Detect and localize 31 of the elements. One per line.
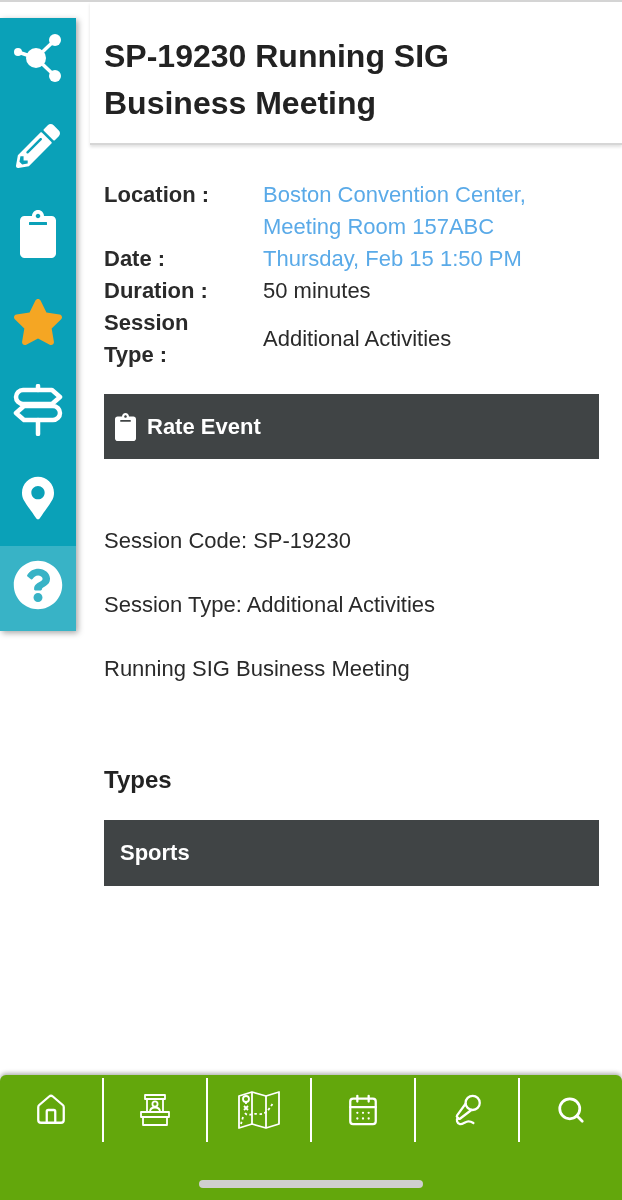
description-text: Running SIG Business Meeting	[104, 655, 411, 683]
detail-label: Duration :	[104, 277, 209, 305]
search-icon	[556, 1095, 586, 1125]
detail-value: Additional Activities	[263, 325, 453, 353]
detail-label: Location :	[104, 181, 211, 209]
signpost-icon	[13, 384, 63, 436]
side-menu-item[interactable]	[0, 18, 76, 106]
star-icon	[12, 299, 64, 345]
clipboard-icon	[115, 412, 136, 441]
detail-link[interactable]: Thursday, Feb 15 1:50 PM	[263, 243, 599, 275]
side-menu-item[interactable]	[0, 458, 76, 546]
pencil-icon	[16, 124, 60, 168]
description-text: Session Type: Additional Activities	[104, 591, 436, 619]
description-text: Session Code: SP-19230	[104, 527, 353, 555]
help-icon	[13, 559, 63, 610]
type-tag: Sports	[104, 820, 599, 886]
detail-link[interactable]: Boston Convention Center, Meeting Room 157ABC	[263, 179, 599, 243]
clipboard-icon	[20, 210, 56, 258]
home-icon	[34, 1093, 68, 1127]
calendar-icon	[346, 1093, 380, 1127]
section-heading: Types	[104, 765, 173, 795]
rate-event-button[interactable]: Rate Event	[104, 394, 599, 459]
booth-icon	[139, 1094, 171, 1126]
share-icon	[14, 34, 62, 82]
detail-label: Session Type :	[104, 309, 190, 369]
map-icon	[238, 1091, 280, 1129]
detail-value: 50 minutes	[263, 277, 372, 305]
page-title: SP-19230 Running SIG Business Meeting	[104, 37, 450, 123]
map-pin-icon	[22, 476, 54, 520]
side-menu-item[interactable]	[0, 546, 76, 631]
detail-label: Date :	[104, 245, 167, 273]
